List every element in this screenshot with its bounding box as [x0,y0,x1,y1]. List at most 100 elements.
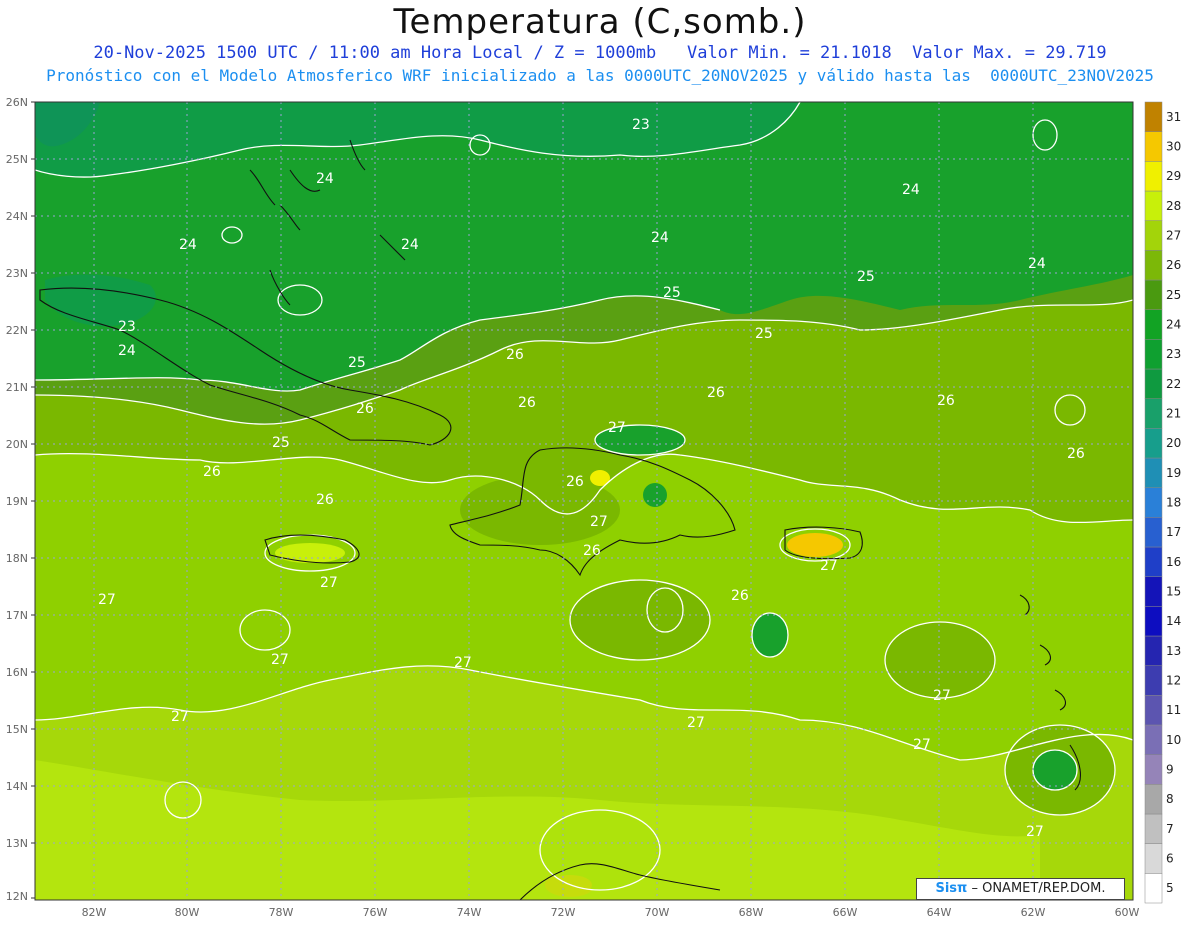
colorbar-swatch [1144,457,1163,488]
colorbar-swatch [1144,279,1163,310]
colorbar-swatch [1144,843,1163,874]
lon-tick-label: 64W [927,906,952,919]
lon-tick-label: 72W [551,906,576,919]
colorbar-label: 12 [1166,674,1181,688]
lat-tick-label: 15N [6,723,28,736]
lon-tick-label: 82W [82,906,107,919]
lat-tick-label: 26N [6,96,28,109]
colorbar-swatch [1144,635,1163,666]
contour-label: 25 [857,269,875,285]
credit-text: – ONAMET/REP.DOM. [971,881,1106,896]
colorbar-swatch [1144,250,1163,281]
colorbar-label: 17 [1166,525,1181,539]
lat-tick-label: 24N [6,210,28,223]
colorbar-label: 5 [1166,881,1174,895]
colorbar-swatch [1144,873,1163,904]
lon-tick-label: 66W [833,906,858,919]
lat-tick-label: 25N [6,153,28,166]
contour-label: 26 [566,474,584,490]
lon-tick-label: 80W [175,906,200,919]
contour-label: 27 [454,655,472,671]
contour-label: 27 [687,715,705,731]
lon-tick-label: 70W [645,906,670,919]
temperature-map[interactable]: 23 24 24 24 24 24 24 23 24 25 25 25 25 2… [0,0,1200,927]
latitude-axis: 26N 25N 24N 23N 22N 21N 20N 19N 18N 17N … [6,96,28,903]
colorbar-swatch [1144,517,1163,548]
colorbar-swatch [1144,487,1163,518]
contour-label: 26 [583,543,601,559]
colorbar-swatch [1144,339,1163,370]
lat-tick-label: 19N [6,495,28,508]
contour-label: 25 [755,326,773,342]
colorbar-label: 14 [1166,614,1181,628]
colorbar-swatch [1144,754,1163,785]
contour-label: 24 [118,343,136,359]
colorbar-swatch [1144,546,1163,577]
colorbar-swatch [1144,665,1163,696]
colorbar-label: 23 [1166,347,1181,361]
lat-tick-label: 14N [6,780,28,793]
contour-label: 26 [731,588,749,604]
contour-label: 27 [820,558,838,574]
colorbar-label: 11 [1166,703,1181,717]
colorbar-swatch [1144,161,1163,192]
contour-label: 27 [590,514,608,530]
contour-label: 26 [356,401,374,417]
colorbar-label: 22 [1166,377,1181,391]
lon-tick-label: 76W [363,906,388,919]
lat-tick-label: 13N [6,837,28,850]
lon-tick-label: 60W [1115,906,1140,919]
colorbar-label: 8 [1166,792,1174,806]
colorbar-swatch [1144,398,1163,429]
colorbar-swatch [1144,220,1163,251]
contour-label: 26 [506,347,524,363]
colorbar-label: 29 [1166,169,1181,183]
contour-label: 27 [913,737,931,753]
colorbar-swatch [1144,428,1163,459]
lat-tick-label: 23N [6,267,28,280]
colorbar-swatch [1144,813,1163,844]
longitude-axis: 82W 80W 78W 76W 74W 72W 70W 68W 66W 64W … [82,906,1140,919]
colorbar-label: 13 [1166,644,1181,658]
contour-label: 24 [179,237,197,253]
contour-label: 27 [320,575,338,591]
colorbar-swatch [1144,724,1163,755]
lon-tick-label: 68W [739,906,764,919]
contour-label: 27 [98,592,116,608]
lat-tick-label: 17N [6,609,28,622]
colorbar-label: 9 [1166,763,1174,777]
colorbar-swatch [1144,131,1163,162]
contour-label: 24 [651,230,669,246]
lon-tick-label: 62W [1021,906,1046,919]
colorbar-swatch [1144,576,1163,607]
colorbar-swatch [1144,606,1163,637]
contour-label: 25 [663,285,681,301]
lon-tick-label: 78W [269,906,294,919]
colorbar-swatch [1144,190,1163,221]
contour-label: 26 [707,385,725,401]
lon-tick-label: 74W [457,906,482,919]
colorbar-label: 26 [1166,258,1181,272]
colorbar-label: 6 [1166,852,1174,866]
colorbar-label: 20 [1166,436,1181,450]
lat-tick-label: 20N [6,438,28,451]
contour-label: 26 [518,395,536,411]
lat-tick-label: 21N [6,381,28,394]
colorbar-label: 28 [1166,199,1181,213]
contour-label: 25 [348,355,366,371]
colorbar-label: 24 [1166,318,1181,332]
lat-tick-label: 16N [6,666,28,679]
colorbar-label: 16 [1166,555,1181,569]
colorbar-swatch [1144,309,1163,340]
contour-label: 27 [171,709,189,725]
colorbar-label: 27 [1166,229,1181,243]
contour-label: 27 [271,652,289,668]
contour-label: 24 [316,171,334,187]
temperature-fill [35,102,1133,900]
colorbar-label: 15 [1166,585,1181,599]
contour-label: 23 [118,319,136,335]
colorbar-label: 30 [1166,140,1181,154]
sispi-logo: Sisπ [935,881,968,896]
contour-label: 27 [933,688,951,704]
colorbar-label: 25 [1166,288,1181,302]
